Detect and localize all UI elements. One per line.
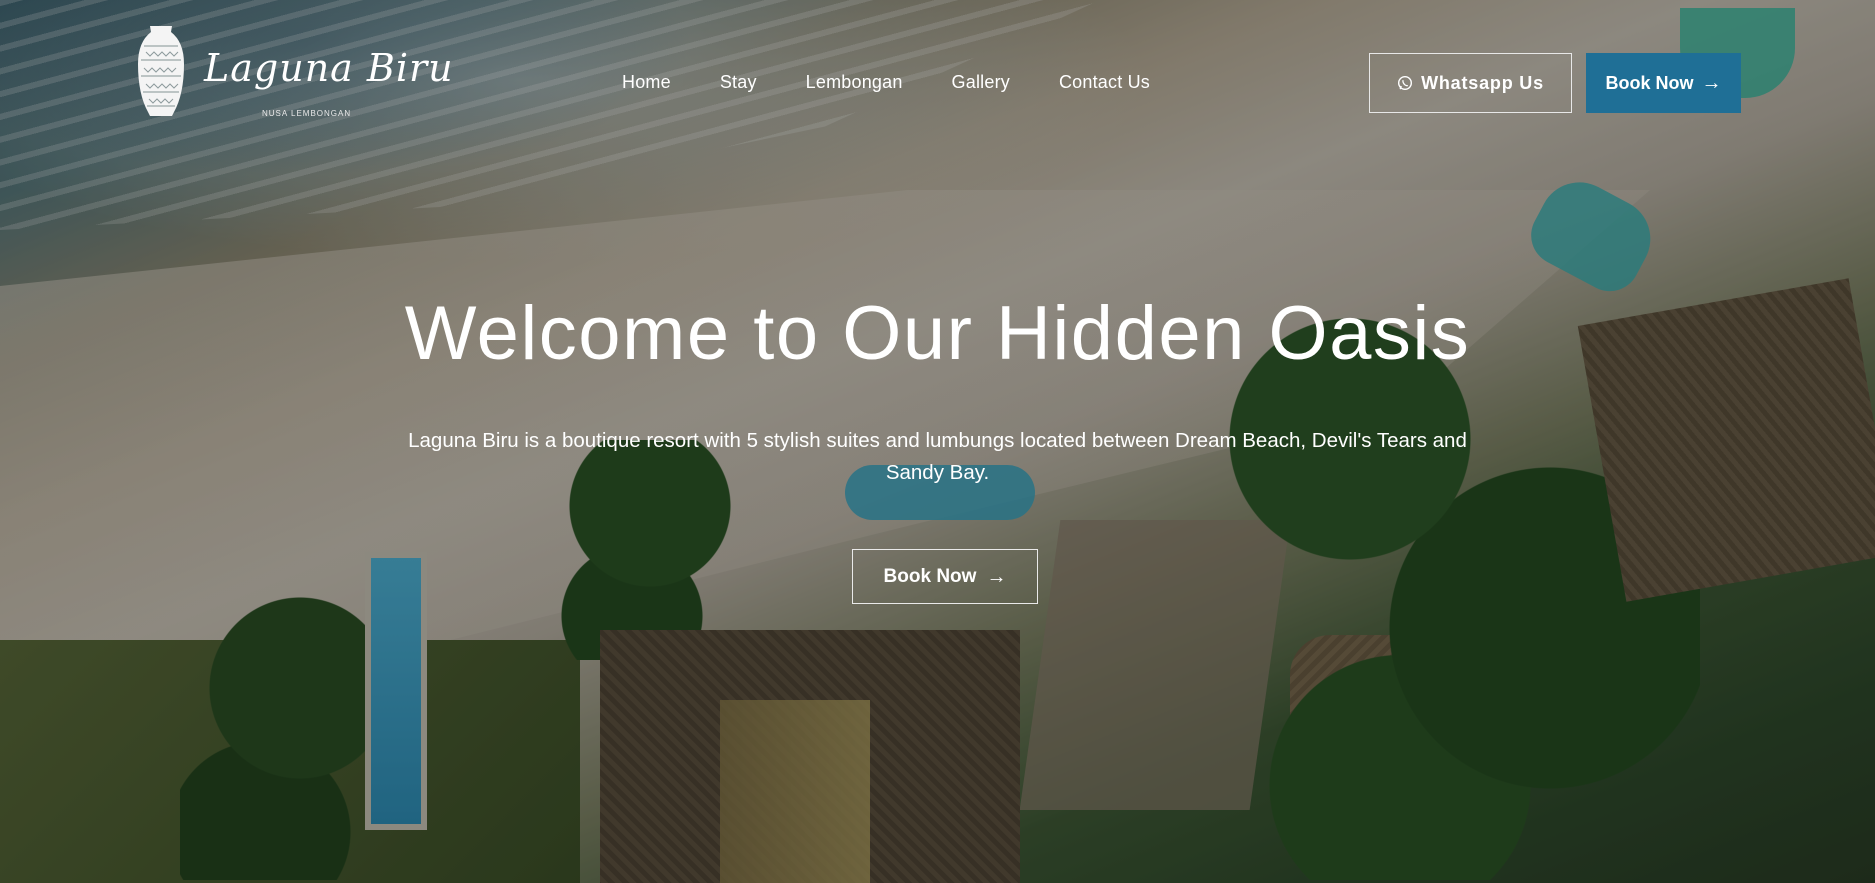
whatsapp-button-label: Whatsapp Us — [1421, 72, 1544, 93]
book-now-hero-label: Book Now — [883, 565, 977, 587]
hero-title: Welcome to Our Hidden Oasis — [404, 291, 1471, 376]
main-nav: Home Stay Lembongan Gallery Contact Us — [622, 72, 1199, 93]
whatsapp-icon — [1398, 75, 1413, 91]
nav-item-home[interactable]: Home — [622, 72, 671, 93]
book-now-header-label: Book Now — [1605, 72, 1694, 93]
brand-tagline: NUSA LEMBONGAN — [262, 109, 352, 118]
book-now-header-button[interactable]: Book Now → — [1586, 53, 1741, 113]
nav-item-lembongan[interactable]: Lembongan — [806, 72, 903, 93]
arrow-right-icon: → — [1701, 72, 1722, 94]
vase-logo-icon — [138, 26, 184, 116]
site-logo[interactable]: Laguna Biru NUSA LEMBONGAN — [136, 24, 453, 118]
nav-item-stay[interactable]: Stay — [720, 72, 757, 93]
book-now-hero-button[interactable]: Book Now → — [852, 549, 1038, 604]
whatsapp-button[interactable]: Whatsapp Us — [1369, 53, 1572, 113]
brand-name: Laguna Biru — [204, 46, 454, 90]
hero-section: Laguna Biru NUSA LEMBONGAN Home Stay Lem… — [0, 0, 1875, 883]
nav-item-contact-us[interactable]: Contact Us — [1059, 72, 1150, 93]
nav-item-gallery[interactable]: Gallery — [952, 72, 1010, 93]
arrow-right-icon: → — [986, 565, 1007, 588]
hero-description: Laguna Biru is a boutique resort with 5 … — [408, 429, 1467, 484]
